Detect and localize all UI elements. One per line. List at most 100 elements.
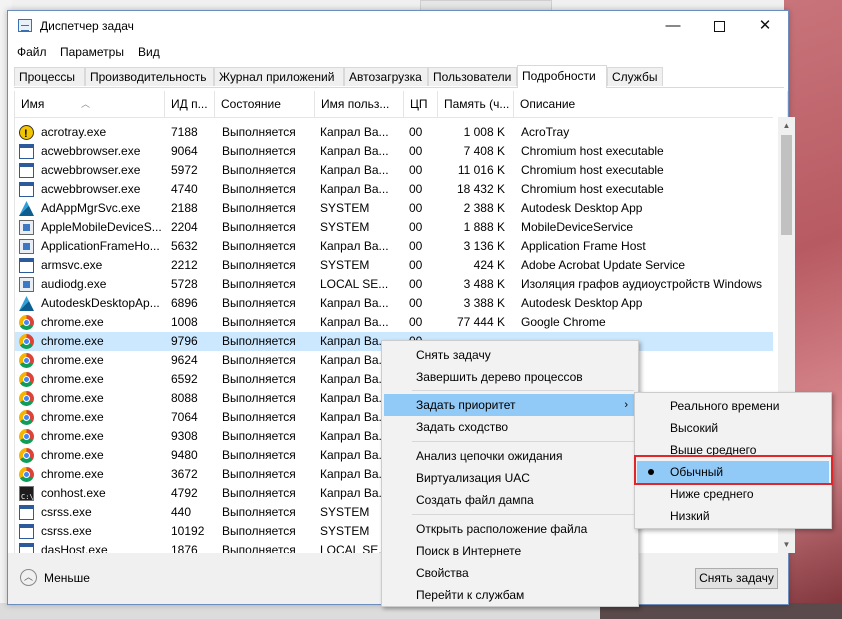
column-header-cpu[interactable]: ЦП xyxy=(404,91,438,117)
menu-item-uac-virtualization[interactable]: Виртуализация UAC xyxy=(384,467,636,489)
menu-item-set-affinity[interactable]: Задать сходство xyxy=(384,416,636,438)
table-row[interactable]: acrotray.exe 7188 Выполняется Капрал Ва... 0… xyxy=(15,123,773,142)
menu-options[interactable]: Параметры xyxy=(60,45,124,59)
process-name: csrss.exe xyxy=(19,503,165,522)
process-status: Выполняется xyxy=(222,486,296,500)
menu-item-search-online[interactable]: Поиск в Интернете xyxy=(384,540,636,562)
column-header-memory[interactable]: Память (ч... xyxy=(438,91,514,117)
process-pid: 9308 xyxy=(171,429,198,443)
process-name-label: chrome.exe xyxy=(41,467,104,481)
process-name-label: acwebbrowser.exe xyxy=(41,163,141,177)
priority-option-below-normal[interactable]: Ниже среднего xyxy=(637,483,829,505)
table-row[interactable]: chrome.exe 1008 Выполняется Капрал Ва... 00 7… xyxy=(15,313,773,332)
process-status: Выполняется xyxy=(222,296,296,310)
menu-item-analyze-wait-chain[interactable]: Анализ цепочки ожидания xyxy=(384,445,636,467)
menu-item-properties[interactable]: Свойства xyxy=(384,562,636,584)
process-cpu: 00 xyxy=(409,277,423,291)
process-name-label: chrome.exe xyxy=(41,334,104,348)
menu-view[interactable]: Вид xyxy=(138,45,160,59)
process-user: Капрал Ва... xyxy=(320,239,389,253)
column-header-pid[interactable]: ИД п... xyxy=(165,91,215,117)
column-header-description[interactable]: Описание xyxy=(514,91,773,117)
end-task-button[interactable]: Снять задачу xyxy=(695,568,778,589)
process-pid: 1008 xyxy=(171,315,198,329)
table-row[interactable]: AutodeskDesktopAp... 6896 Выполняется Капра… xyxy=(15,294,773,313)
process-status: Выполняется xyxy=(222,543,296,553)
menu-item-end-task[interactable]: Снять задачу xyxy=(384,344,636,366)
scroll-down-arrow-icon[interactable]: ▼ xyxy=(778,536,795,553)
process-pid: 9480 xyxy=(171,448,198,462)
process-name-label: chrome.exe xyxy=(41,448,104,462)
service-icon xyxy=(19,239,34,254)
tab-services[interactable]: Службы xyxy=(607,67,663,86)
process-memory: 11 016 K xyxy=(457,163,505,177)
menu-file[interactable]: Файл xyxy=(17,45,47,59)
process-name: acrotray.exe xyxy=(19,123,165,142)
scrollbar-thumb[interactable] xyxy=(781,135,792,235)
process-name: chrome.exe xyxy=(19,313,165,332)
process-pid: 4740 xyxy=(171,182,198,196)
process-pid: 4792 xyxy=(171,486,198,500)
chrome-icon xyxy=(19,429,34,444)
process-name: AppleMobileDeviceS... xyxy=(19,218,165,237)
process-name: chrome.exe xyxy=(19,446,165,465)
menu-item-label: Виртуализация UAC xyxy=(416,471,530,485)
menu-item-label: Свойства xyxy=(416,566,469,580)
table-row[interactable]: acwebbrowser.exe 5972 Выполняется Капрал Ва… xyxy=(15,161,773,180)
column-header-user[interactable]: Имя польз... xyxy=(315,91,404,117)
autodesk-icon xyxy=(19,201,34,216)
priority-option-low[interactable]: Низкий xyxy=(637,505,829,527)
tab-performance[interactable]: Производительность xyxy=(85,67,214,86)
minimize-button[interactable]: — xyxy=(650,11,696,41)
process-pid: 2212 xyxy=(171,258,198,272)
table-row[interactable]: armsvc.exe 2212 Выполняется SYSTEM 00 424 K Ad… xyxy=(15,256,773,275)
table-row[interactable]: acwebbrowser.exe 4740 Выполняется Капрал Ва… xyxy=(15,180,773,199)
priority-option-realtime[interactable]: Реального времени xyxy=(637,395,829,417)
process-name: ApplicationFrameHo... xyxy=(19,237,165,256)
chrome-icon xyxy=(19,391,34,406)
scroll-up-arrow-icon[interactable]: ▲ xyxy=(778,117,795,134)
table-row[interactable]: AppleMobileDeviceS... 2204 Выполняется SYST… xyxy=(15,218,773,237)
title-bar[interactable]: Диспетчер задач — ✕ xyxy=(8,11,788,41)
tab-details[interactable]: Подробности xyxy=(517,65,607,88)
process-description: Autodesk Desktop App xyxy=(521,296,643,310)
process-status: Выполняется xyxy=(222,524,296,538)
tab-processes[interactable]: Процессы xyxy=(14,67,85,86)
tab-startup[interactable]: Автозагрузка xyxy=(344,67,428,86)
table-row[interactable]: audiodg.exe 5728 Выполняется LOCAL SE... 00 3… xyxy=(15,275,773,294)
chrome-icon xyxy=(19,448,34,463)
menu-item-label: Задать приоритет xyxy=(416,398,516,412)
process-pid: 9624 xyxy=(171,353,198,367)
service-icon xyxy=(19,277,34,292)
column-header-status[interactable]: Состояние xyxy=(215,91,315,117)
close-button[interactable]: ✕ xyxy=(742,11,788,41)
process-name: chrome.exe xyxy=(19,332,165,351)
sort-ascending-icon: ︿ xyxy=(81,99,91,109)
process-pid: 10192 xyxy=(171,524,205,538)
chevron-up-icon: ︿ xyxy=(20,569,37,586)
menu-item-go-to-services[interactable]: Перейти к службам xyxy=(384,584,636,606)
column-header-name[interactable]: Имя ︿ xyxy=(15,91,165,117)
menu-item-label: Снять задачу xyxy=(416,348,491,362)
menu-item-open-file-location[interactable]: Открыть расположение файла xyxy=(384,518,636,540)
menu-item-end-process-tree[interactable]: Завершить дерево процессов xyxy=(384,366,636,388)
process-name-label: ApplicationFrameHo... xyxy=(41,239,160,253)
window-icon xyxy=(19,144,34,159)
window-icon xyxy=(19,543,34,553)
process-status: Выполняется xyxy=(222,201,296,215)
tab-users[interactable]: Пользователи xyxy=(428,67,517,86)
tab-app-history[interactable]: Журнал приложений xyxy=(214,67,344,86)
process-pid: 6592 xyxy=(171,372,198,386)
process-name: conhost.exe xyxy=(19,484,165,503)
priority-option-high[interactable]: Высокий xyxy=(637,417,829,439)
table-row[interactable]: AdAppMgrSvc.exe 2188 Выполняется SYSTEM 00 2 … xyxy=(15,199,773,218)
maximize-button[interactable] xyxy=(696,11,742,41)
process-user: SYSTEM xyxy=(320,258,370,272)
process-description: Application Frame Host xyxy=(521,239,646,253)
menu-item-create-dump-file[interactable]: Создать файл дампа xyxy=(384,489,636,511)
menu-item-set-priority[interactable]: Задать приоритет › xyxy=(384,394,636,416)
table-row[interactable]: acwebbrowser.exe 9064 Выполняется Капрал Ва… xyxy=(15,142,773,161)
process-status: Выполняется xyxy=(222,144,296,158)
process-name: chrome.exe xyxy=(19,465,165,484)
table-row[interactable]: ApplicationFrameHo... 5632 Выполняется Капр… xyxy=(15,237,773,256)
